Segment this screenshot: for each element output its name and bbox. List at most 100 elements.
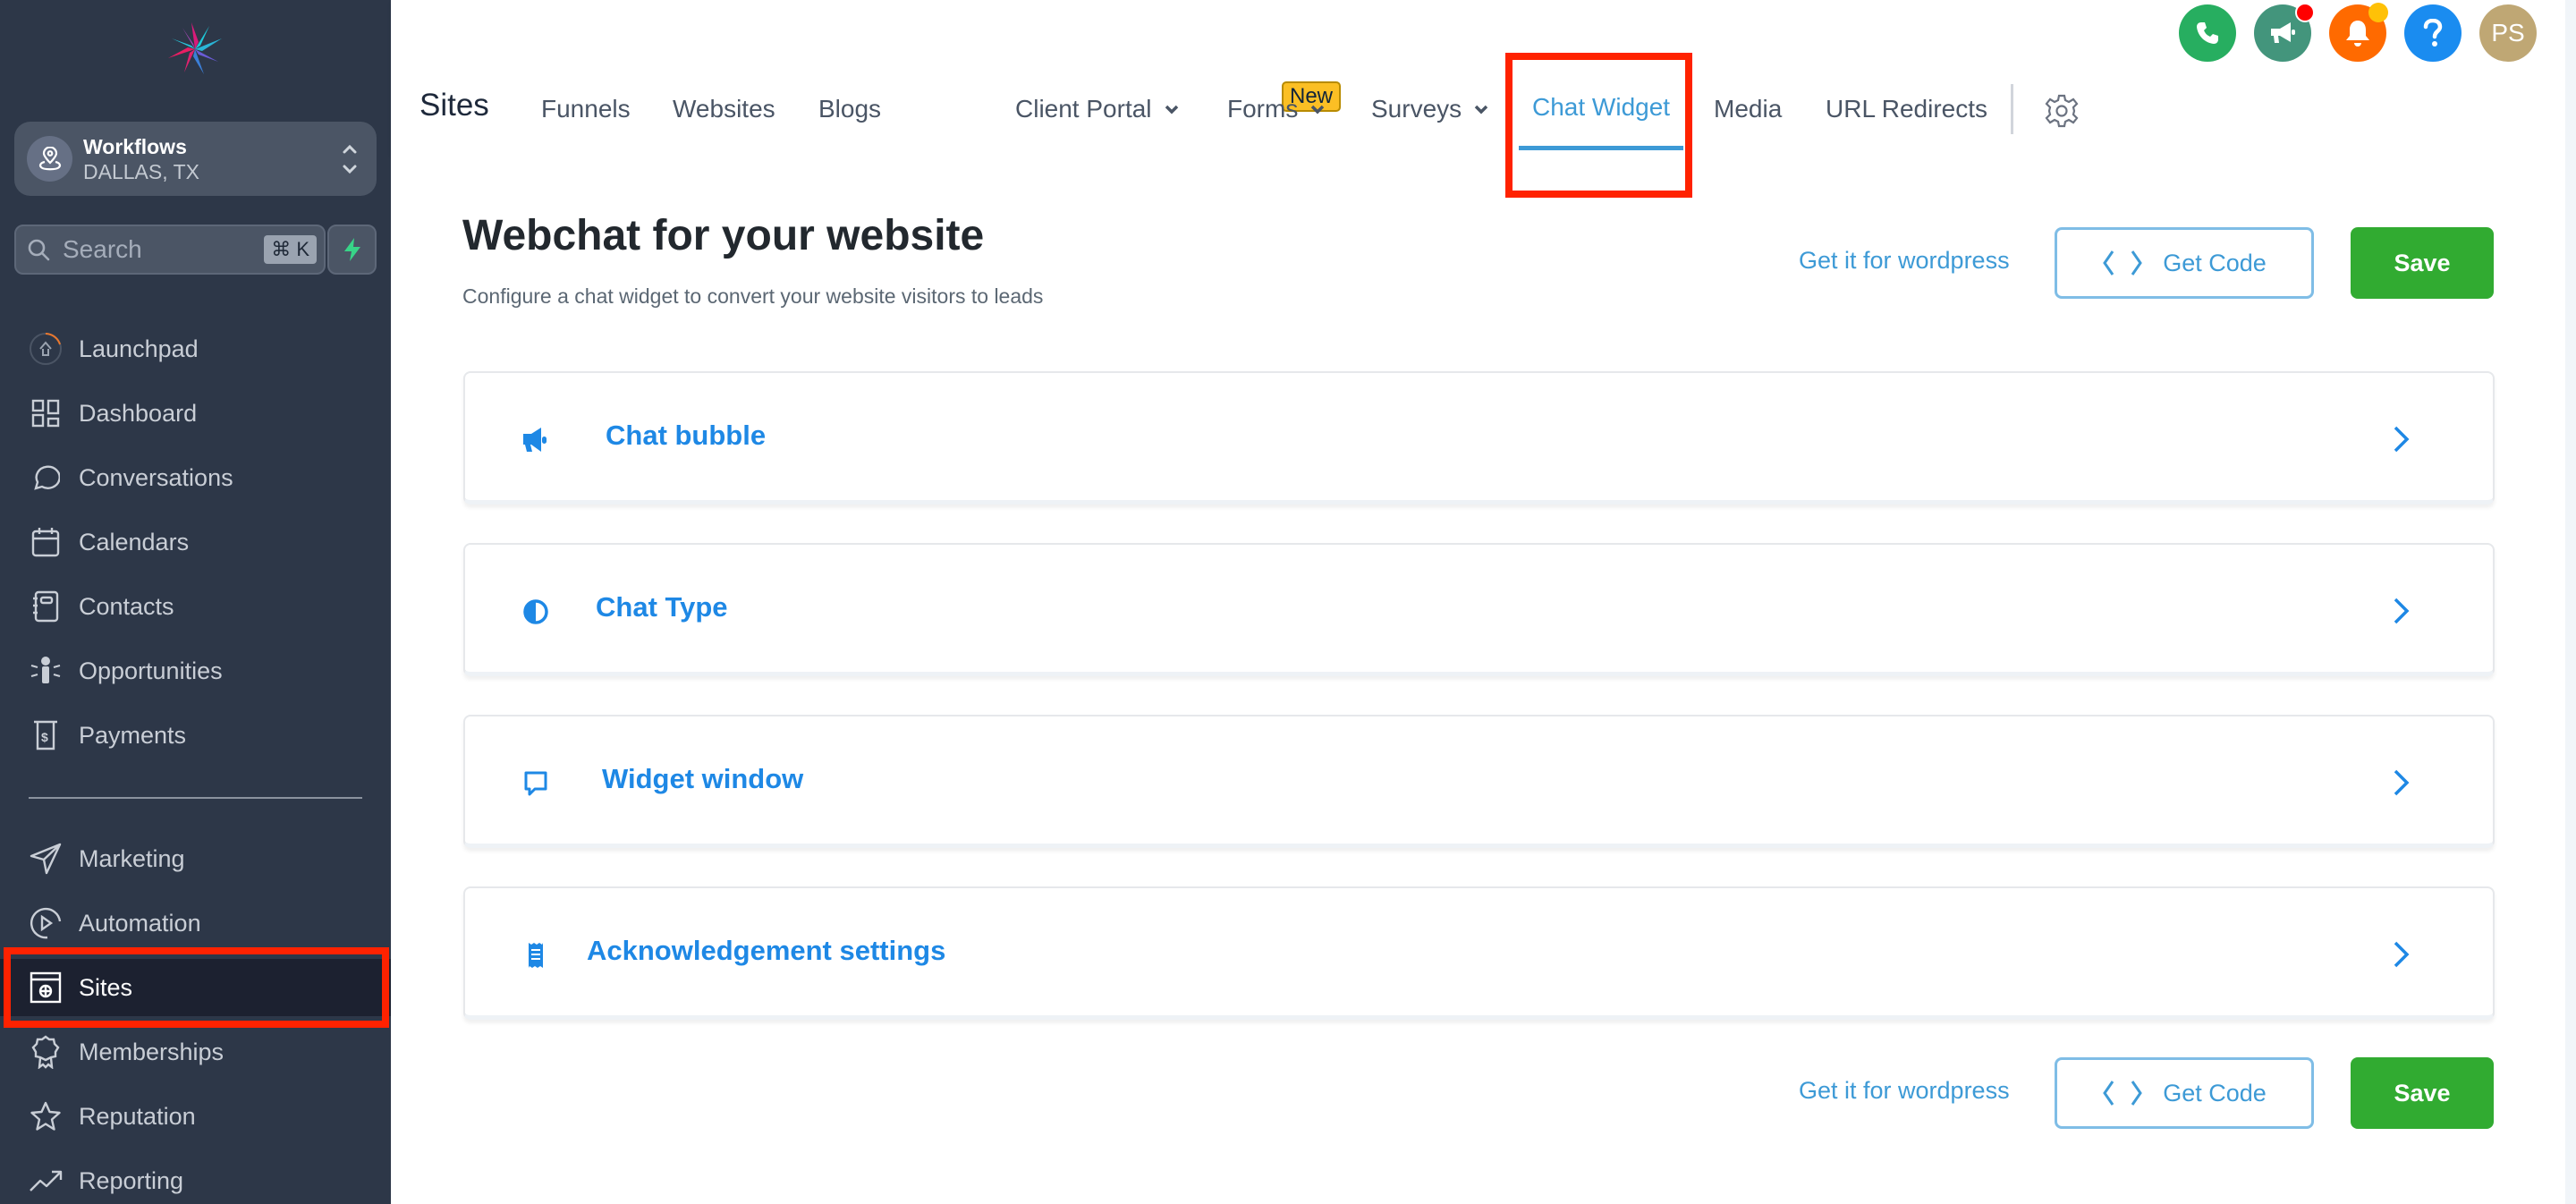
sidebar-item-opportunities[interactable]: Opportunities (0, 642, 391, 700)
sidebar-item-contacts[interactable]: Contacts (0, 578, 391, 635)
sidebar-item-payments[interactable]: $ Payments (0, 707, 391, 764)
sidebar-item-dashboard[interactable]: Dashboard (0, 385, 391, 442)
sidebar-item-sites[interactable]: Sites (0, 959, 391, 1016)
section-label: Widget window (602, 763, 804, 794)
phone-button[interactable] (2179, 4, 2236, 62)
sidebar-item-conversations[interactable]: Conversations (0, 449, 391, 506)
sidebar-item-reporting[interactable]: Reporting (0, 1152, 391, 1204)
notifications-button[interactable] (2329, 3, 2388, 62)
lightning-icon (343, 238, 360, 261)
sidebar-item-label: Opportunities (79, 657, 223, 684)
send-icon (29, 842, 63, 876)
sidebar-item-label: Calendars (79, 528, 190, 555)
search-input[interactable]: Search ⌘ K (14, 225, 326, 275)
dashboard-icon (29, 396, 63, 430)
gear-icon[interactable] (2044, 93, 2080, 129)
section-label: Chat Type (596, 591, 728, 623)
tab-label: Media (1714, 95, 1783, 123)
help-button[interactable] (2404, 4, 2462, 62)
chevron-up-down-icon (343, 144, 357, 174)
automation-icon (29, 906, 63, 940)
sidebar-item-calendars[interactable]: Calendars (0, 513, 391, 571)
phone-icon (2197, 22, 2218, 44)
scrollbar-track[interactable] (2565, 0, 2576, 1204)
get-code-button-bottom[interactable]: Get Code (2055, 1057, 2314, 1129)
megaphone-icon (521, 425, 551, 455)
location-switcher[interactable]: Workflows DALLAS, TX (14, 122, 377, 196)
main-title: Webchat for your website (462, 212, 985, 259)
trending-icon (29, 1164, 63, 1198)
chevron-right-icon (2394, 426, 2410, 453)
search-placeholder: Search (63, 235, 142, 263)
chat-icon (29, 461, 63, 495)
sidebar-item-label: Conversations (79, 463, 233, 491)
wordpress-link-bottom[interactable]: Get it for wordpress (1799, 1077, 2010, 1105)
tab-label: Blogs (818, 95, 882, 123)
sidebar-item-label: Automation (79, 909, 201, 937)
top-header: Sites Funnels Websites Blogs New Client … (391, 0, 2565, 154)
section-chat-bubble[interactable]: Chat bubble (463, 371, 2495, 504)
location-name: Workflows (83, 134, 187, 158)
sidebar-item-reputation[interactable]: Reputation (0, 1088, 391, 1145)
tab-funnels[interactable]: Funnels (541, 95, 631, 123)
user-avatar[interactable]: PS (2479, 4, 2537, 62)
payments-icon: $ (29, 718, 63, 752)
tab-chat-widget[interactable]: Chat Widget (1532, 93, 1670, 122)
opportunities-icon (29, 654, 63, 688)
tab-client-portal[interactable]: Client Portal (1015, 95, 1179, 123)
tab-url-redirects[interactable]: URL Redirects (1826, 95, 1987, 123)
tab-websites[interactable]: Websites (673, 95, 775, 123)
wordpress-link[interactable]: Get it for wordpress (1799, 247, 2010, 275)
section-acknowledgement-settings[interactable]: Acknowledgement settings (463, 886, 2495, 1020)
notification-dot (2368, 3, 2388, 22)
code-icon (2103, 1081, 2143, 1106)
bell-icon (2346, 21, 2369, 47)
launchpad-icon (29, 332, 63, 366)
receipt-icon (521, 940, 551, 971)
save-button-bottom[interactable]: Save (2351, 1057, 2494, 1129)
question-icon (2423, 19, 2443, 47)
location-city: DALLAS, TX (83, 159, 199, 183)
section-label: Acknowledgement settings (587, 935, 946, 966)
get-code-button[interactable]: Get Code (2055, 227, 2314, 299)
sidebar-item-launchpad[interactable]: Launchpad (0, 320, 391, 377)
tab-label: URL Redirects (1826, 95, 1988, 123)
tab-blogs[interactable]: Blogs (818, 95, 881, 123)
chevron-down-icon (1165, 105, 1178, 114)
main-content: Webchat for your website Configure a cha… (391, 154, 2565, 1204)
chevron-right-icon (2394, 769, 2410, 796)
tab-separator (2011, 84, 2013, 134)
app-root: Workflows DALLAS, TX Search ⌘ K Launchpa… (0, 0, 2576, 1204)
announcements-button[interactable] (2254, 3, 2315, 62)
main-subtitle: Configure a chat widget to convert your … (462, 284, 1044, 308)
contacts-icon (29, 589, 63, 623)
save-label: Save (2394, 249, 2451, 276)
sites-icon (29, 971, 63, 1005)
section-chat-type[interactable]: Chat Type (463, 543, 2495, 676)
page-title: Sites (419, 88, 489, 123)
quick-actions-button[interactable] (327, 225, 377, 275)
section-widget-window[interactable]: Widget window (463, 715, 2495, 848)
get-code-label: Get Code (2163, 249, 2267, 276)
megaphone-icon (2271, 22, 2295, 43)
sidebar-item-label: Launchpad (79, 335, 199, 362)
logo-icon[interactable] (161, 20, 229, 79)
chevron-down-icon (1311, 105, 1325, 114)
tab-label: Forms (1227, 95, 1299, 123)
sidebar-item-label: Sites (79, 973, 133, 1001)
tab-label: Client Portal (1015, 95, 1152, 123)
sidebar-item-label: Marketing (79, 844, 185, 872)
active-tab-indicator (1519, 146, 1683, 150)
tab-media[interactable]: Media (1714, 95, 1782, 123)
sidebar-item-memberships[interactable]: Memberships (0, 1023, 391, 1081)
tab-forms[interactable]: Forms (1227, 95, 1325, 123)
sidebar-item-marketing[interactable]: Marketing (0, 830, 391, 887)
tab-surveys[interactable]: Surveys (1371, 95, 1488, 123)
sidebar-item-automation[interactable]: Automation (0, 895, 391, 952)
save-button[interactable]: Save (2351, 227, 2494, 299)
save-label: Save (2394, 1079, 2451, 1106)
svg-text:$: $ (41, 730, 48, 744)
tab-label: Funnels (541, 95, 631, 123)
location-pin-icon (27, 136, 72, 182)
sidebar-item-label: Dashboard (79, 399, 198, 427)
